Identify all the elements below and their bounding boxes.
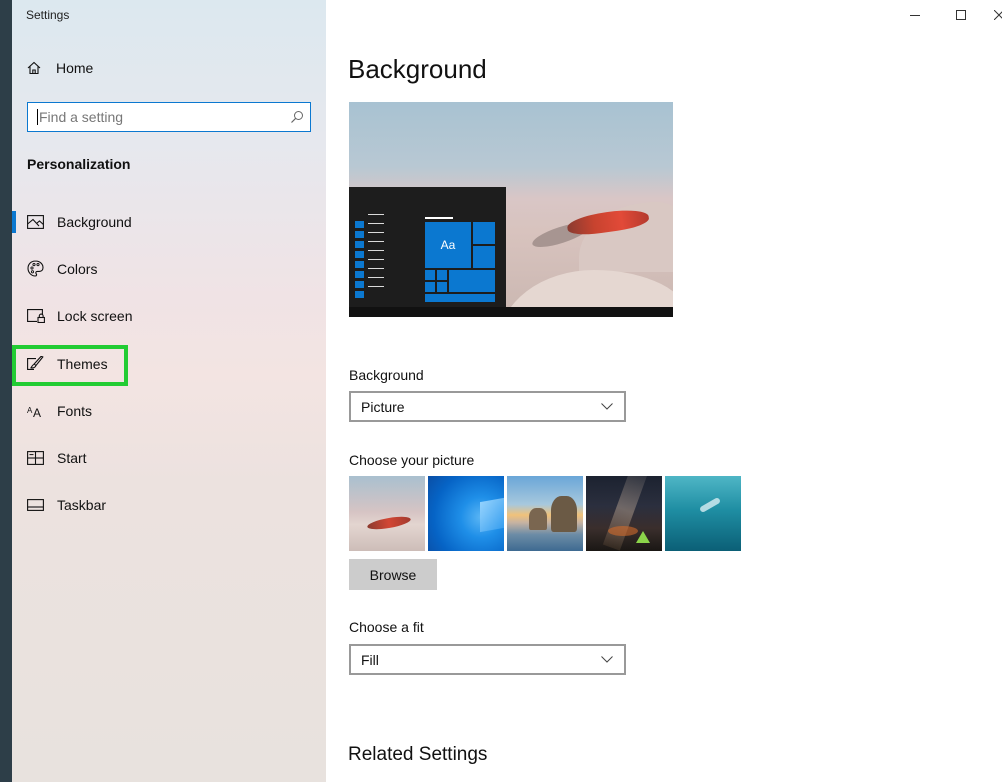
maximize-button[interactable] (938, 0, 984, 32)
preview-tile (473, 222, 495, 244)
sidebar-item-label: Themes (57, 355, 108, 372)
search-icon[interactable] (284, 110, 310, 124)
main-content: Background Aa Background Picture Choose … (326, 0, 1002, 782)
sidebar-item-fonts[interactable]: AA Fonts (12, 387, 326, 434)
close-button[interactable] (982, 0, 1002, 32)
preview-app-list (355, 221, 364, 301)
image-icon (27, 212, 57, 232)
sidebar: Settings Home Personalization Background (12, 0, 326, 782)
preview-tile: Aa (425, 222, 471, 268)
preview-tile (449, 270, 495, 292)
sidebar-item-lock-screen[interactable]: Lock screen (12, 293, 326, 340)
page-title: Background (348, 54, 487, 84)
preview-tile (437, 270, 447, 280)
background-preview: Aa (349, 102, 673, 317)
home-label: Home (56, 60, 94, 76)
sidebar-item-label: Taskbar (57, 497, 107, 514)
lock-screen-icon (27, 306, 57, 326)
sidebar-item-label: Fonts (57, 402, 93, 419)
sidebar-nav: Background Colors Lock screen Themes A A… (12, 198, 326, 529)
related-settings-title: Related Settings (348, 744, 488, 765)
sidebar-item-start[interactable]: Start (12, 434, 326, 481)
background-dropdown[interactable]: Picture (349, 391, 626, 422)
fit-dropdown[interactable]: Fill (349, 644, 626, 675)
themes-brush-icon (27, 354, 57, 374)
preview-taskbar (349, 307, 673, 317)
section-title: Personalization (27, 156, 131, 172)
maximize-icon (956, 7, 966, 25)
background-dropdown-value: Picture (361, 398, 405, 415)
sidebar-item-background[interactable]: Background (12, 198, 326, 245)
picture-thumbnail-underwater[interactable] (665, 476, 741, 551)
start-layout-icon (27, 448, 57, 468)
preview-tile (425, 270, 435, 280)
sidebar-item-label: Background (57, 213, 132, 230)
preview-tile (425, 294, 495, 302)
sidebar-item-themes[interactable]: Themes (12, 340, 326, 387)
preview-app-lines (368, 214, 384, 295)
search-box[interactable] (27, 102, 311, 132)
minimize-icon (910, 7, 920, 25)
browse-button[interactable]: Browse (349, 559, 437, 590)
picture-thumbnail-windows[interactable] (428, 476, 504, 551)
home-icon (26, 60, 56, 76)
background-label: Background (349, 367, 424, 383)
fonts-icon: AA (27, 401, 57, 421)
preview-header-line (425, 217, 453, 219)
picture-thumbnail-beach[interactable] (507, 476, 583, 551)
preview-tile (473, 246, 495, 268)
sidebar-item-taskbar[interactable]: Taskbar (12, 482, 326, 529)
sidebar-item-label: Start (57, 450, 87, 467)
text-caret (37, 109, 38, 125)
taskbar-icon (27, 495, 57, 515)
preview-tile (425, 282, 435, 292)
minimize-button[interactable] (892, 0, 938, 32)
sidebar-item-label: Lock screen (57, 308, 133, 325)
svg-text:A: A (33, 406, 41, 418)
picture-thumbnail-night-sky[interactable] (586, 476, 662, 551)
close-icon (993, 7, 1002, 25)
choose-picture-label: Choose your picture (349, 452, 475, 468)
settings-window: Settings Home Personalization Background (12, 0, 1002, 782)
chevron-down-icon (590, 403, 624, 410)
choose-fit-label: Choose a fit (349, 619, 424, 635)
fit-dropdown-value: Fill (361, 651, 379, 668)
sidebar-item-label: Colors (57, 260, 98, 277)
palette-icon (27, 259, 57, 279)
app-title: Settings (26, 8, 70, 22)
picture-thumbnail-dunes[interactable] (349, 476, 425, 551)
preview-tile (437, 282, 447, 292)
picture-thumbnails (349, 476, 741, 551)
sidebar-item-colors[interactable]: Colors (12, 245, 326, 292)
search-input[interactable] (39, 109, 284, 125)
home-nav-item[interactable]: Home (26, 60, 93, 76)
chevron-down-icon (590, 656, 624, 663)
